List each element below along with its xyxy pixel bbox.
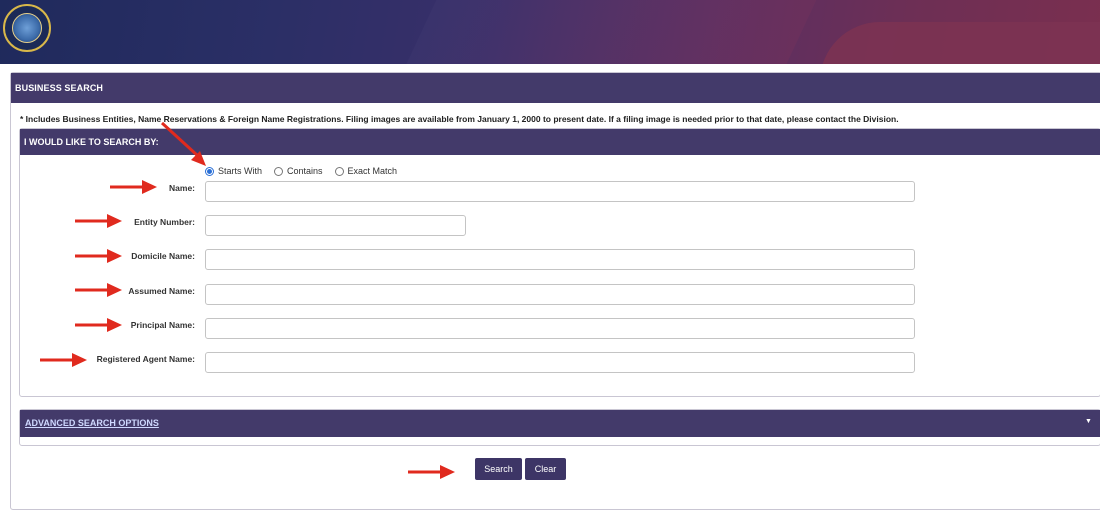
entity-number-input[interactable] <box>205 215 466 236</box>
red-arrow-icon <box>40 353 87 367</box>
registered-agent-name-input[interactable] <box>205 352 915 373</box>
red-diagonal-arrow-icon <box>160 121 206 166</box>
red-arrow-icon <box>408 465 455 479</box>
registered-agent-name-label: Registered Agent Name: <box>96 354 195 364</box>
advanced-search-link[interactable]: ADVANCED SEARCH OPTIONS <box>25 418 159 428</box>
red-arrow-icon <box>75 318 122 332</box>
search-button[interactable]: Search <box>475 458 522 480</box>
name-label: Name: <box>169 183 195 193</box>
radio-label: Contains <box>287 166 323 176</box>
banner-decoration <box>385 0 835 64</box>
radio-contains[interactable]: Contains <box>274 166 323 176</box>
red-arrow-icon <box>110 180 157 194</box>
top-banner <box>0 0 1100 64</box>
radio-starts-with[interactable]: Starts With <box>205 166 262 176</box>
banner-decoration-shape <box>820 22 1100 64</box>
red-arrow-icon <box>75 283 122 297</box>
match-type-radio-group: Starts With Contains Exact Match <box>205 166 409 176</box>
radio-unselected-icon[interactable] <box>334 166 344 176</box>
red-arrow-icon <box>75 249 122 263</box>
principal-name-input[interactable] <box>205 318 915 339</box>
business-search-title: BUSINESS SEARCH <box>11 73 1100 103</box>
radio-exact-match[interactable]: Exact Match <box>334 166 398 176</box>
advanced-search-header[interactable]: ADVANCED SEARCH OPTIONS ▼ <box>20 410 1100 437</box>
name-input[interactable] <box>205 181 915 202</box>
state-seal-logo[interactable] <box>3 4 51 52</box>
radio-label: Exact Match <box>347 166 398 176</box>
assumed-name-input[interactable] <box>205 284 915 305</box>
info-note: * Includes Business Entities, Name Reser… <box>20 114 899 124</box>
caret-down-icon[interactable]: ▼ <box>1085 418 1092 426</box>
advanced-search-section: ADVANCED SEARCH OPTIONS ▼ <box>19 409 1100 446</box>
radio-unselected-icon[interactable] <box>274 166 284 176</box>
clear-button[interactable]: Clear <box>525 458 566 480</box>
domicile-name-input[interactable] <box>205 249 915 270</box>
radio-label: Starts With <box>218 166 263 176</box>
red-arrow-icon <box>75 214 122 228</box>
